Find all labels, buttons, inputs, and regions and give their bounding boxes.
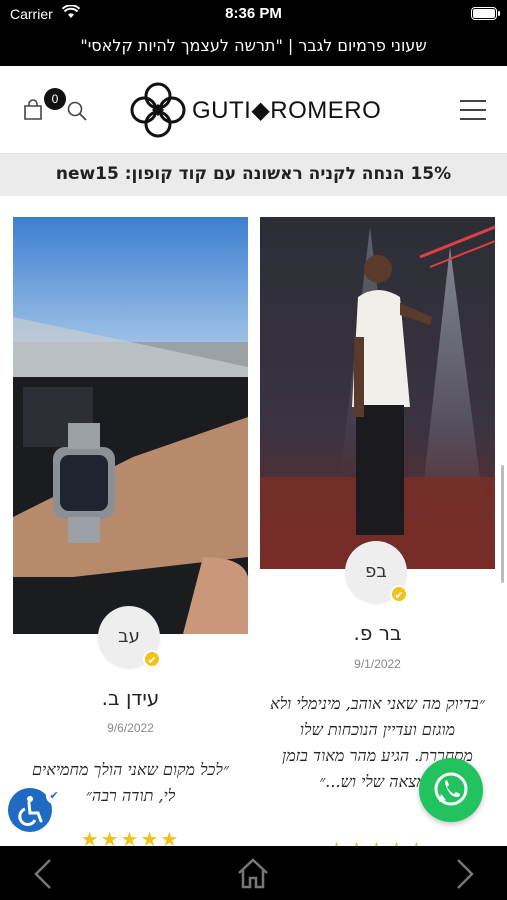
review-card[interactable]: עב ✔ עידן ב. 9/6/2022 ״לכל מקום שאני הול… xyxy=(13,217,248,857)
announcement-text: שעוני פרמיום לגבר | "תרשה לעצמך להיות קל… xyxy=(80,36,427,55)
cart-count-badge[interactable]: 0 xyxy=(44,88,66,110)
logo-text: GUTI◆ROMERO xyxy=(192,97,382,124)
review-date: 9/6/2022 xyxy=(107,721,154,735)
back-icon[interactable] xyxy=(32,858,54,890)
scrollbar[interactable] xyxy=(501,465,504,583)
reviewer-name: עידן ב. xyxy=(101,686,160,710)
forward-icon[interactable] xyxy=(454,858,476,890)
menu-icon[interactable] xyxy=(460,100,486,120)
reviewer-name: בר פ. xyxy=(353,621,402,645)
review-photo[interactable] xyxy=(260,217,495,569)
clock: 8:36 PM xyxy=(225,5,282,22)
review-date: 9/1/2022 xyxy=(354,657,401,671)
verified-icon: ✔ xyxy=(390,585,408,603)
search-icon[interactable] xyxy=(66,100,88,122)
browser-toolbar xyxy=(0,846,507,900)
review-photo[interactable] xyxy=(13,217,248,634)
status-bar: Carrier 8:36 PM xyxy=(0,0,507,28)
announcement-bar: שעוני פרמיום לגבר | "תרשה לעצמך להיות קל… xyxy=(0,28,507,66)
promo-text: 15% הנחה לקניה ראשונה עם קוד קופון: new1… xyxy=(55,164,452,184)
whatsapp-button[interactable] xyxy=(419,758,483,822)
promo-banner: 15% הנחה לקניה ראשונה עם קוד קופון: new1… xyxy=(0,154,507,196)
logo-icon xyxy=(130,82,186,138)
verified-icon: ✔ xyxy=(143,650,161,668)
check-icon: ✔ xyxy=(46,788,62,804)
site-header: 0 GUTI◆ROMERO xyxy=(0,66,507,154)
battery-icon xyxy=(471,7,500,20)
brand-logo[interactable]: GUTI◆ROMERO xyxy=(130,82,382,138)
whatsapp-icon xyxy=(434,772,468,806)
cart-icon[interactable] xyxy=(22,99,44,121)
home-icon[interactable] xyxy=(236,856,270,890)
